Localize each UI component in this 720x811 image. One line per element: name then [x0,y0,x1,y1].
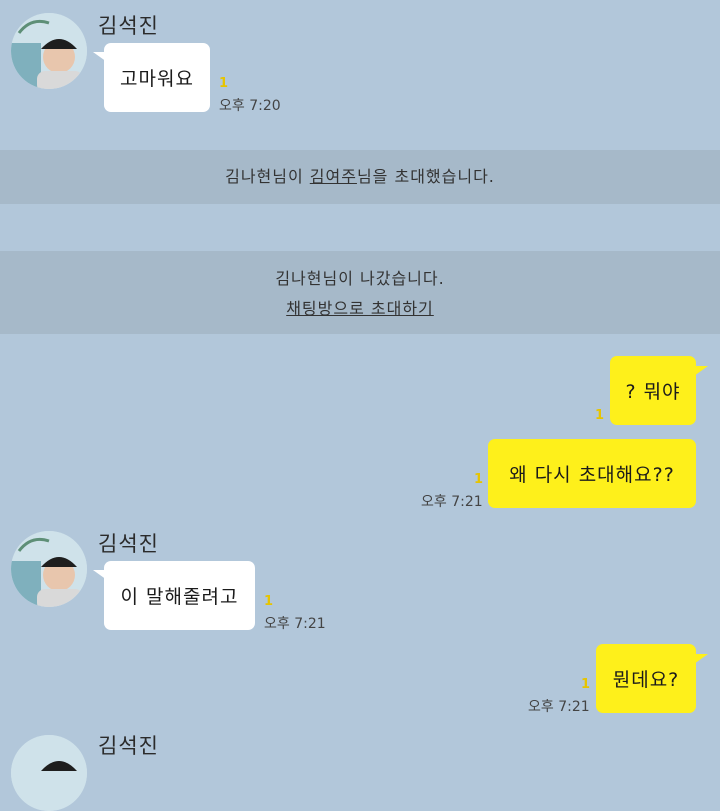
profile-photo-icon [11,735,87,811]
avatar[interactable] [11,735,87,811]
message-bubble[interactable]: 이 말해줄려고 [104,561,255,630]
invite-to-chat-link[interactable]: 채팅방으로 초대하기 [286,299,434,318]
message-text: 왜 다시 초대해요?? [509,464,675,486]
message-text: 뭔데요? [612,669,680,691]
unread-count: 1 [219,76,229,91]
unread-count: 1 [595,408,605,423]
bubble-tail [694,654,708,664]
notice-text: 김나현님이 나갔습니다. [275,269,445,288]
system-notice-invite: 김나현님이 김여주님을 초대했습니다. [0,150,720,204]
message-bubble-mine[interactable]: ? 뭐야 [610,356,696,425]
profile-photo-icon [11,13,87,89]
message-bubble-mine[interactable]: 뭔데요? [596,644,696,713]
message-time: 오후 7:21 [421,494,483,510]
notice-text: 님을 초대했습니다. [356,167,495,186]
avatar[interactable] [11,531,87,607]
notice-text: 김나현님이 [225,167,310,186]
message-time: 오후 7:20 [219,98,281,114]
sender-name: 김석진 [98,734,159,758]
message-time: 오후 7:21 [528,699,590,715]
message-text: ? 뭐야 [625,381,681,403]
message-text: 이 말해줄려고 [120,586,239,608]
message-text: 고마워요 [120,68,194,90]
sender-name: 김석진 [98,14,159,38]
invitee-name[interactable]: 김여주 [310,167,357,186]
unread-count: 1 [581,677,591,692]
bubble-tail [694,366,708,376]
profile-photo-icon [11,531,87,607]
unread-count: 1 [264,594,274,609]
unread-count: 1 [474,472,484,487]
sender-name: 김석진 [98,532,159,556]
system-notice-left: 김나현님이 나갔습니다. 채팅방으로 초대하기 [0,251,720,334]
message-time: 오후 7:21 [264,616,326,632]
message-bubble-mine[interactable]: 왜 다시 초대해요?? [488,439,696,508]
avatar[interactable] [11,13,87,89]
message-bubble[interactable]: 고마워요 [104,43,210,112]
